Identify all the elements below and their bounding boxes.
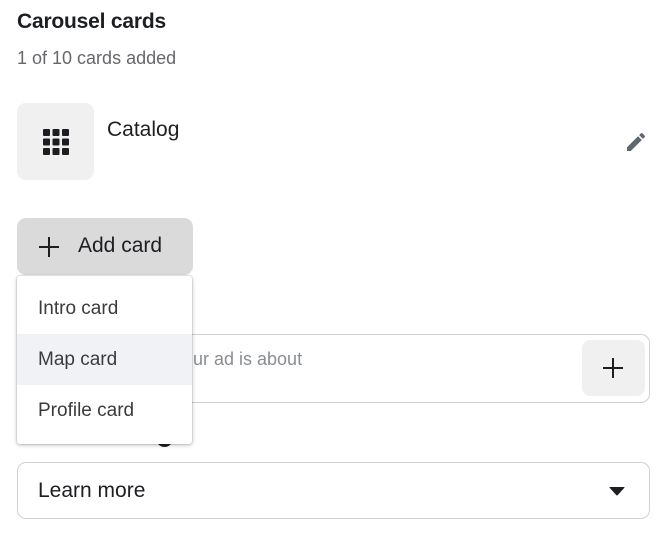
cta-select[interactable]: Learn more	[17, 462, 650, 519]
pencil-icon	[627, 132, 646, 151]
cards-count-text: 1 of 10 cards added	[17, 48, 177, 68]
plus-icon	[39, 237, 59, 257]
cta-selected-value: Learn more	[38, 479, 146, 502]
plus-icon	[603, 358, 623, 378]
caret-down-icon	[609, 487, 625, 496]
menu-item-intro-card[interactable]: Intro card	[17, 283, 192, 334]
add-card-button[interactable]: Add card	[17, 218, 193, 275]
menu-item-label: Map card	[38, 349, 118, 370]
menu-item-label: Intro card	[38, 298, 119, 319]
menu-item-label: Profile card	[38, 400, 135, 421]
carousel-cards-title: Carousel cards	[17, 10, 166, 33]
grid-icon	[43, 129, 69, 155]
add-card-menu: Intro card Map card Profile card	[17, 276, 192, 444]
headline-add-button[interactable]	[582, 340, 645, 396]
card-thumbnail	[17, 103, 94, 180]
add-card-label: Add card	[78, 234, 163, 257]
edit-card-button[interactable]	[621, 128, 651, 158]
menu-item-profile-card[interactable]: Profile card	[17, 385, 192, 436]
card-name: Catalog	[107, 118, 180, 141]
menu-item-map-card[interactable]: Map card	[17, 334, 192, 385]
carousel-card-item: Catalog	[17, 103, 653, 181]
headline-placeholder: ur ad is about	[193, 349, 303, 369]
